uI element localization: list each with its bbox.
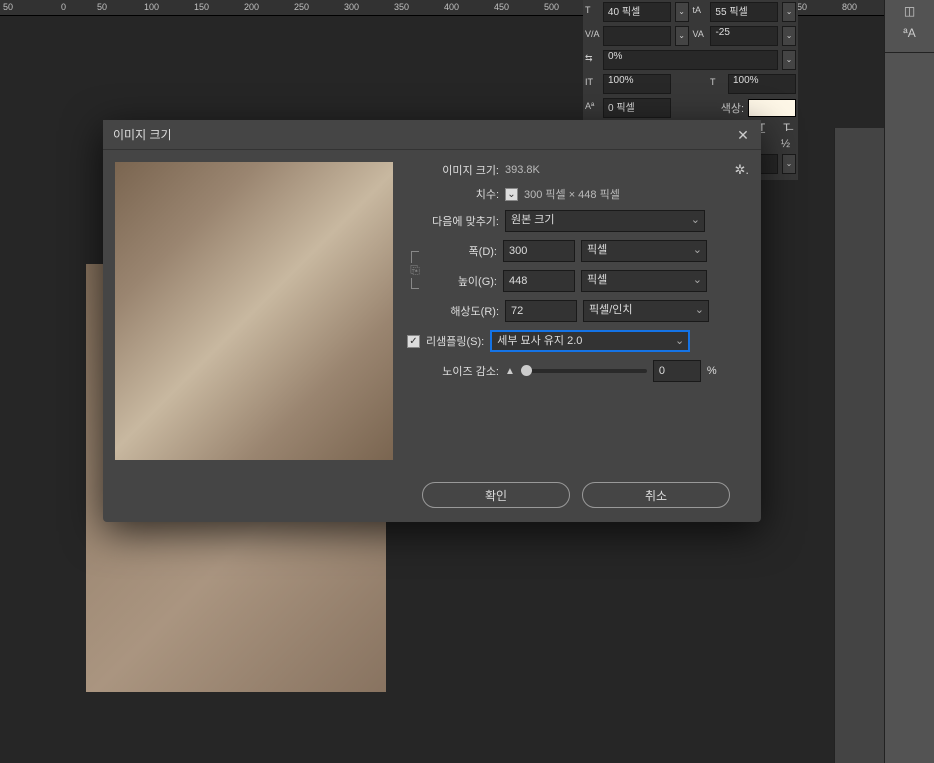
preview-image [115,162,393,460]
fit-to-label: 다음에 맞추기: [407,213,499,229]
ruler-tick: 400 [444,2,459,12]
ruler-tick: 450 [494,2,509,12]
ruler-tick: 100 [144,2,159,12]
ruler-tick: 250 [294,2,309,12]
percent-label: % [707,365,717,377]
dropdown-icon[interactable]: ⌄ [782,2,796,22]
ruler-tick: 200 [244,2,259,12]
dimensions-toggle[interactable]: ⌄ [505,188,518,201]
ruler-tick: 500 [544,2,559,12]
height-label: 높이(G): [423,273,497,289]
noise-label: 노이즈 감소: [407,363,499,379]
leading-icon: tA [693,5,707,19]
hscale-input[interactable]: 100% [728,74,796,94]
resolution-input[interactable] [505,300,577,322]
cancel-button[interactable]: 취소 [582,482,730,508]
leading-input[interactable]: 55 픽셀 [710,2,778,22]
ruler-tick: 50 [3,2,13,12]
slider-start-icon: ▲ [505,366,515,377]
hscale-icon: T [710,77,724,91]
scale-input[interactable]: 0% [603,50,778,70]
dropdown-icon[interactable]: ⌄ [675,2,689,22]
ruler-tick: 350 [394,2,409,12]
vscale-input[interactable]: 100% [603,74,671,94]
resolution-unit-select[interactable]: 픽셀/인치 [583,300,709,322]
fit-to-select[interactable]: 원본 크기 [505,210,705,232]
ruler-tick: 50 [97,2,107,12]
font-size-icon: T [585,5,599,19]
dropdown-icon[interactable]: ⌄ [782,26,796,46]
paragraph-icon[interactable]: ªA [885,22,934,44]
font-size-input[interactable]: 40 픽셀 [603,2,671,22]
fractions-icon[interactable]: ½ [781,138,790,150]
link-bracket: ⎘ [407,240,423,300]
strike-icon[interactable]: T̶ [783,122,790,134]
width-input[interactable] [503,240,575,262]
dropdown-icon[interactable]: ⌄ [675,26,689,46]
height-unit-select[interactable]: 픽셀 [581,270,707,292]
link-icon[interactable]: ⎘ [410,263,420,278]
width-unit-select[interactable]: 픽셀 [581,240,707,262]
baseline-input[interactable]: 0 픽셀 [603,98,671,118]
gear-icon[interactable]: ✲. [734,162,749,178]
noise-slider[interactable] [521,369,647,373]
dialog-titlebar[interactable]: 이미지 크기 ✕ [103,120,761,150]
ok-button[interactable]: 확인 [422,482,570,508]
resample-select[interactable]: 세부 묘사 유지 2.0 [490,330,690,352]
baseline-icon: Aª [585,101,599,115]
text-color-swatch[interactable] [748,99,796,117]
dialog-title-text: 이미지 크기 [113,126,172,143]
ruler-tick: 800 [842,2,857,12]
ruler-tick: 150 [194,2,209,12]
resolution-label: 해상도(R): [407,303,499,319]
resample-label: 리샘플링(S): [426,333,484,349]
dimensions-value: 300 픽셀 × 448 픽셀 [524,186,620,202]
ruler-tick: 300 [344,2,359,12]
height-input[interactable] [503,270,575,292]
kerning-icon: V/A [585,29,599,43]
image-size-value: 393.8K [505,164,540,176]
resample-checkbox[interactable]: ✓ [407,335,420,348]
tracking-input[interactable]: -25 [710,26,778,46]
noise-input[interactable] [653,360,701,382]
right-sidebar-2 [834,128,884,763]
scale-icon: ⇆ [585,53,599,67]
dropdown-icon[interactable]: ⌄ [782,50,796,70]
color-label: 색상: [721,100,744,116]
dimensions-label: 치수: [407,186,499,202]
vscale-icon: IT [585,77,599,91]
close-icon[interactable]: ✕ [735,127,751,143]
image-size-dialog: 이미지 크기 ✕ 이미지 크기: 393.8K ✲. 치수: ⌄ 300 픽셀 … [103,120,761,522]
tracking-icon: VA [693,29,707,43]
width-label: 폭(D): [423,243,497,259]
expand-panel-icon[interactable]: ◫ [885,0,934,22]
kerning-input[interactable] [603,26,671,46]
ruler-tick: 0 [61,2,66,12]
right-sidebar: ◫ ªA [884,0,934,763]
dropdown-icon[interactable]: ⌄ [782,154,796,174]
image-size-label: 이미지 크기: [407,162,499,178]
